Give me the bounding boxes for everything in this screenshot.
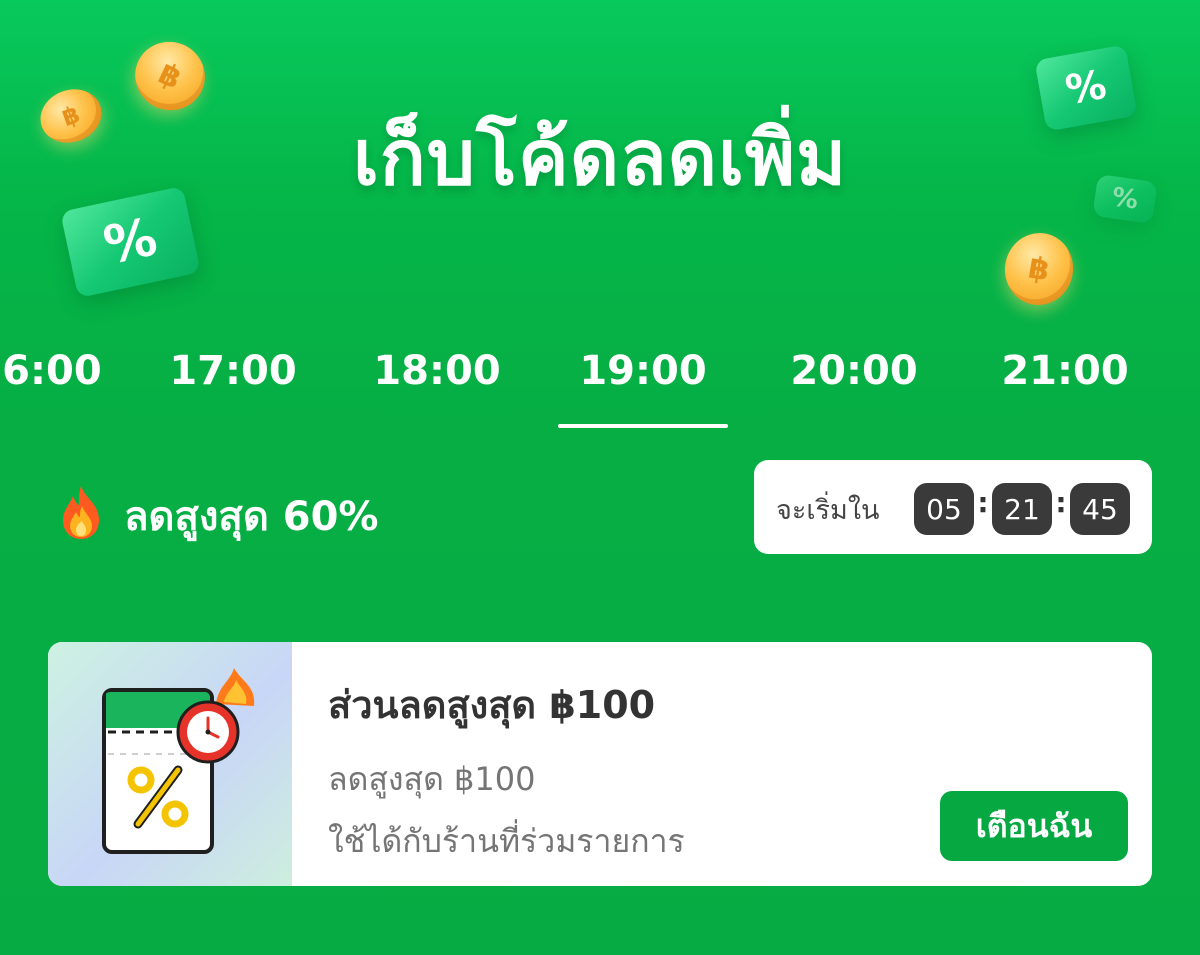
countdown-label: จะเริ่มใน: [776, 495, 880, 526]
countdown-hours: 05: [914, 483, 974, 535]
page-title: เก็บโค้ดลดเพิ่ม: [352, 113, 848, 202]
percent-voucher-clock-icon: [102, 668, 255, 854]
selected-tab-indicator: [558, 424, 728, 428]
voucher-subtitle: ลดสูงสุด ฿100: [328, 760, 536, 798]
tab-2000[interactable]: 20:00: [784, 348, 924, 408]
voucher-condition: ใช้ได้กับร้านที่ร่วมรายการ: [328, 822, 685, 860]
tab-2100[interactable]: 21:00: [995, 348, 1135, 408]
voucher-title: ส่วนลดสูงสุด ฿100: [328, 683, 656, 727]
tab-1900[interactable]: 19:00: [573, 348, 713, 408]
coin-decoration-icon: ฿: [999, 227, 1079, 311]
tab-1800[interactable]: 18:00: [367, 348, 507, 408]
fire-icon: [63, 486, 99, 539]
countdown-separator: :: [977, 486, 989, 519]
countdown-separator: :: [1055, 486, 1067, 519]
voucher-image: [48, 642, 292, 886]
countdown-seconds: 45: [1070, 483, 1130, 535]
tab-1600[interactable]: 16:00: [0, 348, 108, 408]
max-discount-label: ลดสูงสุด 60%: [124, 494, 379, 540]
tab-1700[interactable]: 17:00: [163, 348, 303, 408]
countdown-timer: จะเริ่มใน 05 : 21 : 45: [754, 460, 1152, 554]
voucher-card: ส่วนลดสูงสุด ฿100 ลดสูงสุด ฿100 ใช้ได้กั…: [48, 642, 1152, 886]
countdown-minutes: 21: [992, 483, 1052, 535]
remind-me-button[interactable]: เตือนฉัน: [940, 791, 1128, 861]
